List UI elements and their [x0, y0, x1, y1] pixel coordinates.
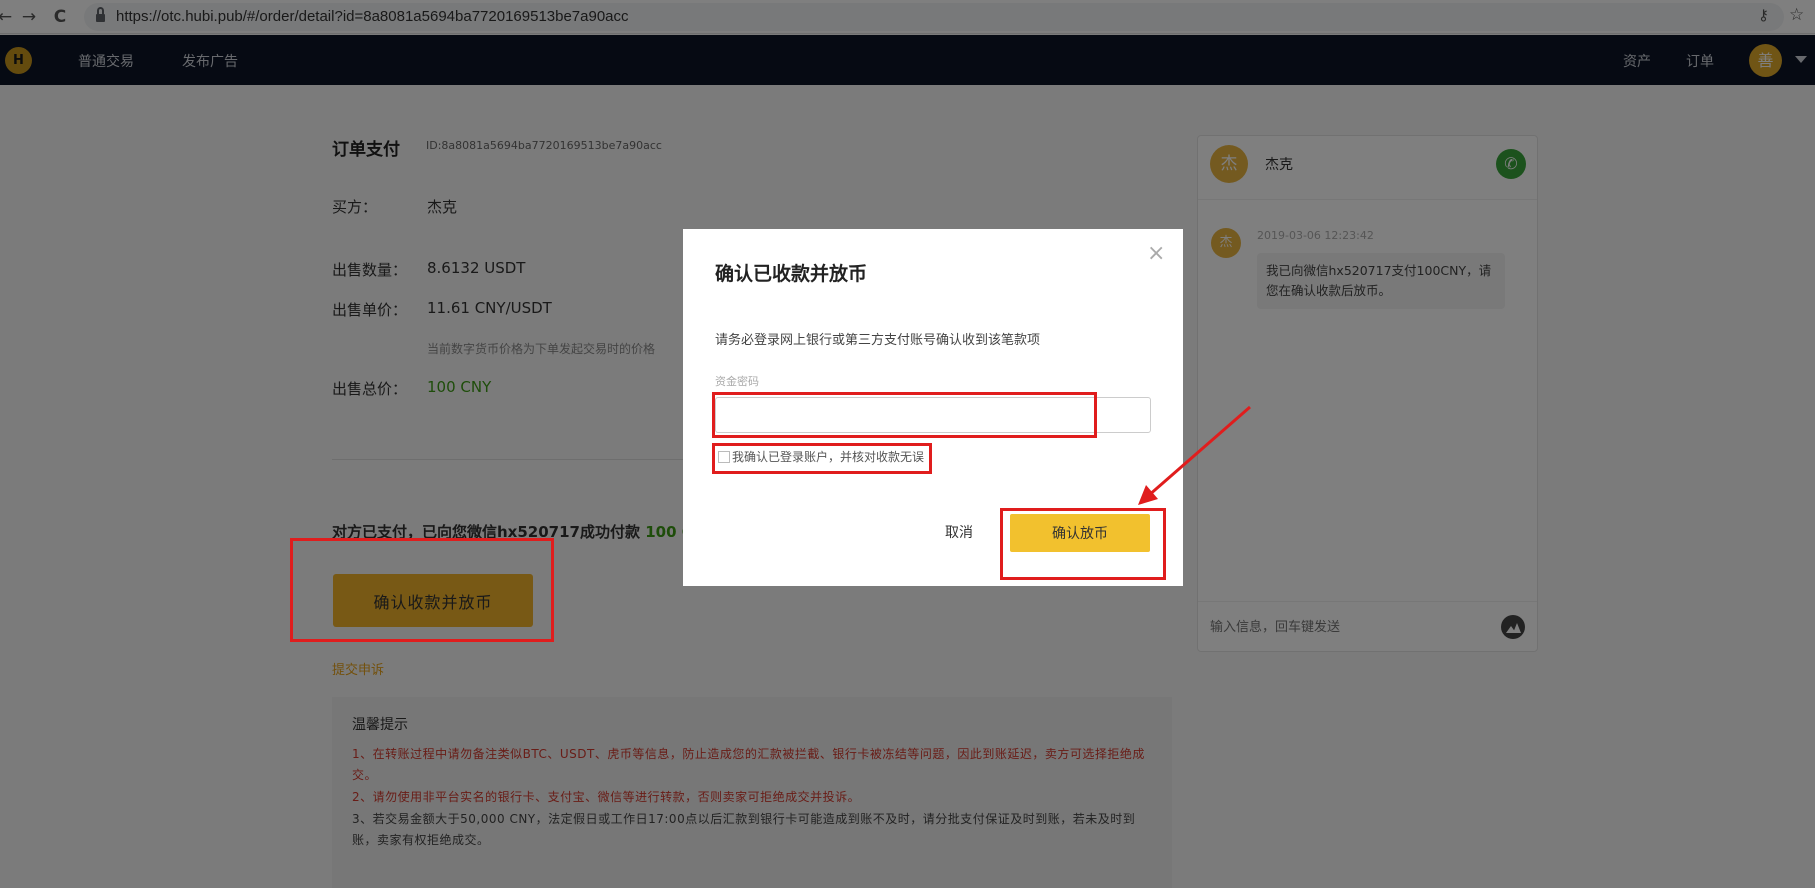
cancel-button[interactable]: 取消	[945, 522, 973, 542]
close-icon[interactable]: ×	[1147, 243, 1165, 265]
dialog-title: 确认已收款并放币	[715, 263, 868, 285]
annotation-box-password	[712, 392, 1097, 438]
fund-password-label: 资金密码	[715, 375, 759, 388]
annotation-box-confirm	[290, 538, 554, 642]
dialog-description: 请务必登录网上银行或第三方支付账号确认收到该笔款项	[715, 333, 1041, 348]
annotation-box-release	[1000, 508, 1166, 580]
annotation-box-checkbox	[712, 443, 932, 474]
